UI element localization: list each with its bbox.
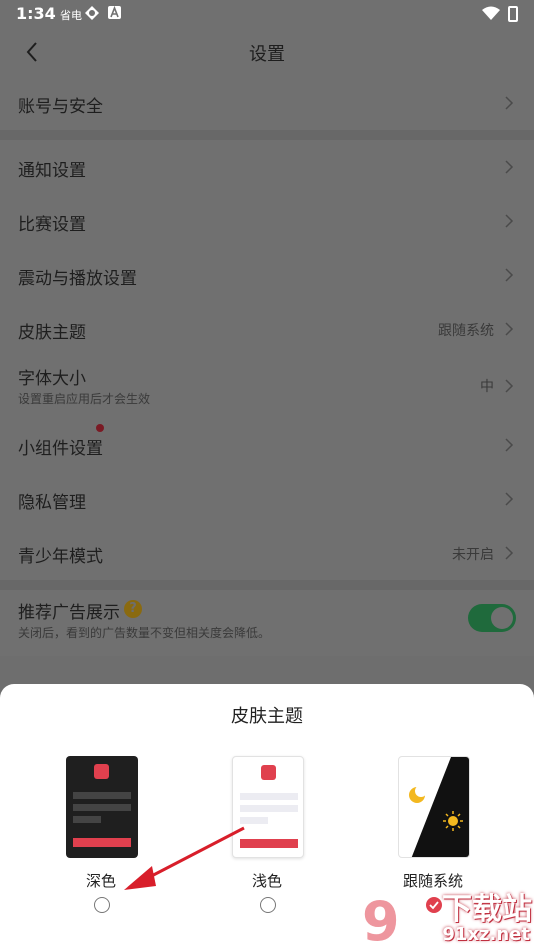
settings-item-value: 跟随系统 xyxy=(438,323,494,339)
system-theme-preview xyxy=(398,756,470,858)
preview-line xyxy=(73,792,131,799)
status-time: 1:34 xyxy=(16,4,56,23)
theme-option-light[interactable]: 浅色 xyxy=(212,756,322,946)
wifi-icon xyxy=(482,6,500,20)
day-night-split xyxy=(409,757,469,857)
preview-line xyxy=(73,804,131,811)
settings-item-label: 小组件设置 xyxy=(18,439,103,459)
watermark: 9 下载站 91xz.net xyxy=(362,884,532,950)
group-divider xyxy=(0,130,534,140)
settings-item-match[interactable]: 比赛设置 xyxy=(0,194,534,248)
settings-item-label: 推荐广告展示 xyxy=(18,603,120,623)
settings-item-sub: 设置重启应用后才会生效 xyxy=(18,392,151,406)
settings-item-notify[interactable]: 通知设置 xyxy=(0,140,534,194)
app-logo-icon xyxy=(94,764,109,779)
settings-item-font[interactable]: 字体大小 设置重启应用后才会生效 中 xyxy=(0,356,534,418)
settings-item-value: 未开启 xyxy=(452,547,494,563)
settings-item-privacy[interactable]: 隐私管理 xyxy=(0,472,534,526)
settings-item-skin[interactable]: 皮肤主题 跟随系统 xyxy=(0,302,534,356)
settings-item-label: 字体大小 xyxy=(18,369,86,389)
settings-item-label: 通知设置 xyxy=(18,161,86,181)
settings-item-value: 中 xyxy=(480,379,494,395)
chevron-right-icon xyxy=(505,96,514,110)
new-badge-dot xyxy=(96,424,104,432)
settings-item-label: 比赛设置 xyxy=(18,215,86,235)
theme-option-dark[interactable]: 深色 xyxy=(46,756,156,946)
theme-option-label: 浅色 xyxy=(251,872,282,890)
preview-line xyxy=(240,805,298,812)
watermark-logo: 9 xyxy=(362,890,400,950)
chevron-right-icon xyxy=(505,160,514,174)
settings-item-label: 震动与播放设置 xyxy=(18,269,137,289)
preview-button xyxy=(73,838,131,847)
notification-a-icon xyxy=(108,6,121,19)
group-divider xyxy=(0,580,534,590)
light-theme-preview xyxy=(232,756,304,858)
sheet-title: 皮肤主题 xyxy=(231,706,303,727)
theme-option-label: 深色 xyxy=(85,872,116,890)
chevron-right-icon xyxy=(505,214,514,228)
preview-button xyxy=(240,839,298,848)
settings-item-label: 隐私管理 xyxy=(18,493,86,513)
settings-list: 账号与安全 通知设置 比赛设置 震动与播放设置 皮肤主题 跟随系统 字体大小 设… xyxy=(0,76,534,656)
settings-item-ads: 推荐广告展示 ? 关闭后，看到的广告数量不变但相关度会降低。 xyxy=(0,590,534,656)
watermark-title: 下载站 xyxy=(442,892,532,927)
radio-button[interactable] xyxy=(260,897,276,913)
carrier-icon: 省电 xyxy=(60,9,82,22)
settings-item-label: 账号与安全 xyxy=(18,97,103,117)
chevron-right-icon xyxy=(505,268,514,282)
settings-item-sub: 关闭后，看到的广告数量不变但相关度会降低。 xyxy=(18,626,271,640)
toggle-knob xyxy=(491,607,513,629)
settings-item-account[interactable]: 账号与安全 xyxy=(0,76,534,130)
chevron-right-icon xyxy=(505,379,514,393)
status-bar: 1:34 省电 xyxy=(0,0,534,28)
chevron-right-icon xyxy=(505,546,514,560)
settings-item-vibrate[interactable]: 震动与播放设置 xyxy=(0,248,534,302)
chevron-right-icon xyxy=(505,492,514,506)
app-logo-icon xyxy=(261,765,276,780)
preview-line xyxy=(240,793,298,800)
page-title: 设置 xyxy=(249,44,285,65)
preview-line xyxy=(73,816,101,823)
settings-item-label: 青少年模式 xyxy=(18,547,103,567)
dark-theme-preview xyxy=(66,756,138,858)
help-icon[interactable]: ? xyxy=(124,600,142,618)
preview-line xyxy=(240,817,268,824)
app-icon xyxy=(85,6,99,20)
ads-toggle[interactable] xyxy=(468,604,516,632)
radio-button[interactable] xyxy=(94,897,110,913)
chevron-right-icon xyxy=(505,322,514,336)
nav-bar: 设置 xyxy=(0,28,534,76)
settings-item-widget[interactable]: 小组件设置 xyxy=(0,418,534,472)
battery-icon xyxy=(508,6,518,22)
settings-item-label: 皮肤主题 xyxy=(18,323,86,343)
sun-icon xyxy=(443,811,463,831)
watermark-url: 91xz.net xyxy=(442,924,530,945)
chevron-right-icon xyxy=(505,438,514,452)
settings-item-teen[interactable]: 青少年模式 未开启 xyxy=(0,526,534,580)
